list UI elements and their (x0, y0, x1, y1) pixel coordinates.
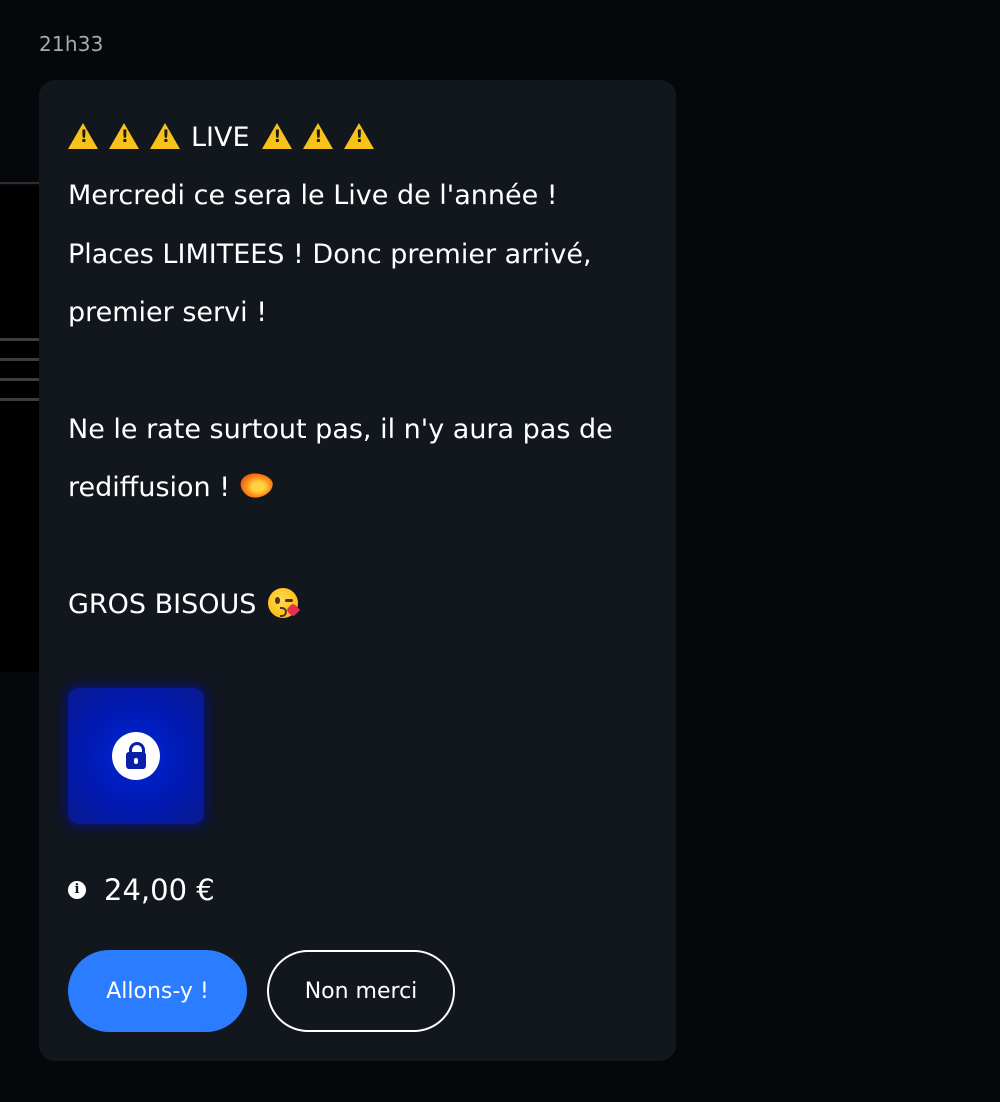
message-line-with-icon: rediffusion ! (68, 459, 658, 517)
message-line: premier servi ! (68, 297, 268, 329)
kissing-face-icon (268, 588, 301, 619)
accept-button[interactable]: Allons-y ! (68, 950, 247, 1032)
warning-icon (109, 123, 139, 149)
lock-icon (112, 732, 160, 780)
message-line-with-icon: GROS BISOUS (68, 576, 658, 634)
message-line: Ne le rate surtout pas, il n'y aura pas … (68, 413, 613, 445)
warning-icon (68, 123, 98, 149)
warning-icon (302, 123, 333, 149)
price-value: 24,00 € (104, 873, 215, 907)
warning-icon (261, 123, 292, 149)
price-row: i 24,00 € (68, 870, 215, 910)
message-timestamp: 21h33 (39, 32, 104, 56)
warning-icon (150, 123, 180, 149)
message-body: LIVE Mercredi ce sera le Live de l'année… (68, 109, 658, 635)
message-line: Places LIMITEES ! Donc premier arrivé, (68, 238, 592, 270)
background-panel (0, 186, 40, 672)
background-stripe (0, 358, 40, 361)
fire-icon (233, 468, 279, 503)
background-divider (0, 182, 40, 184)
info-icon[interactable]: i (68, 881, 86, 899)
background-stripe (0, 378, 40, 381)
headline-text: LIVE (191, 122, 250, 153)
background-stripe (0, 338, 40, 341)
warning-icon (343, 123, 374, 149)
decline-button[interactable]: Non merci (267, 950, 455, 1032)
message-line-text: rediffusion ! (68, 472, 231, 504)
message-card: LIVE Mercredi ce sera le Live de l'année… (39, 80, 676, 1061)
message-line: Mercredi ce sera le Live de l'année ! (68, 180, 558, 212)
locked-media-thumbnail[interactable] (68, 688, 204, 824)
background-stripe (0, 398, 40, 401)
message-line-text: GROS BISOUS (68, 589, 257, 621)
message-headline: LIVE (68, 109, 658, 167)
